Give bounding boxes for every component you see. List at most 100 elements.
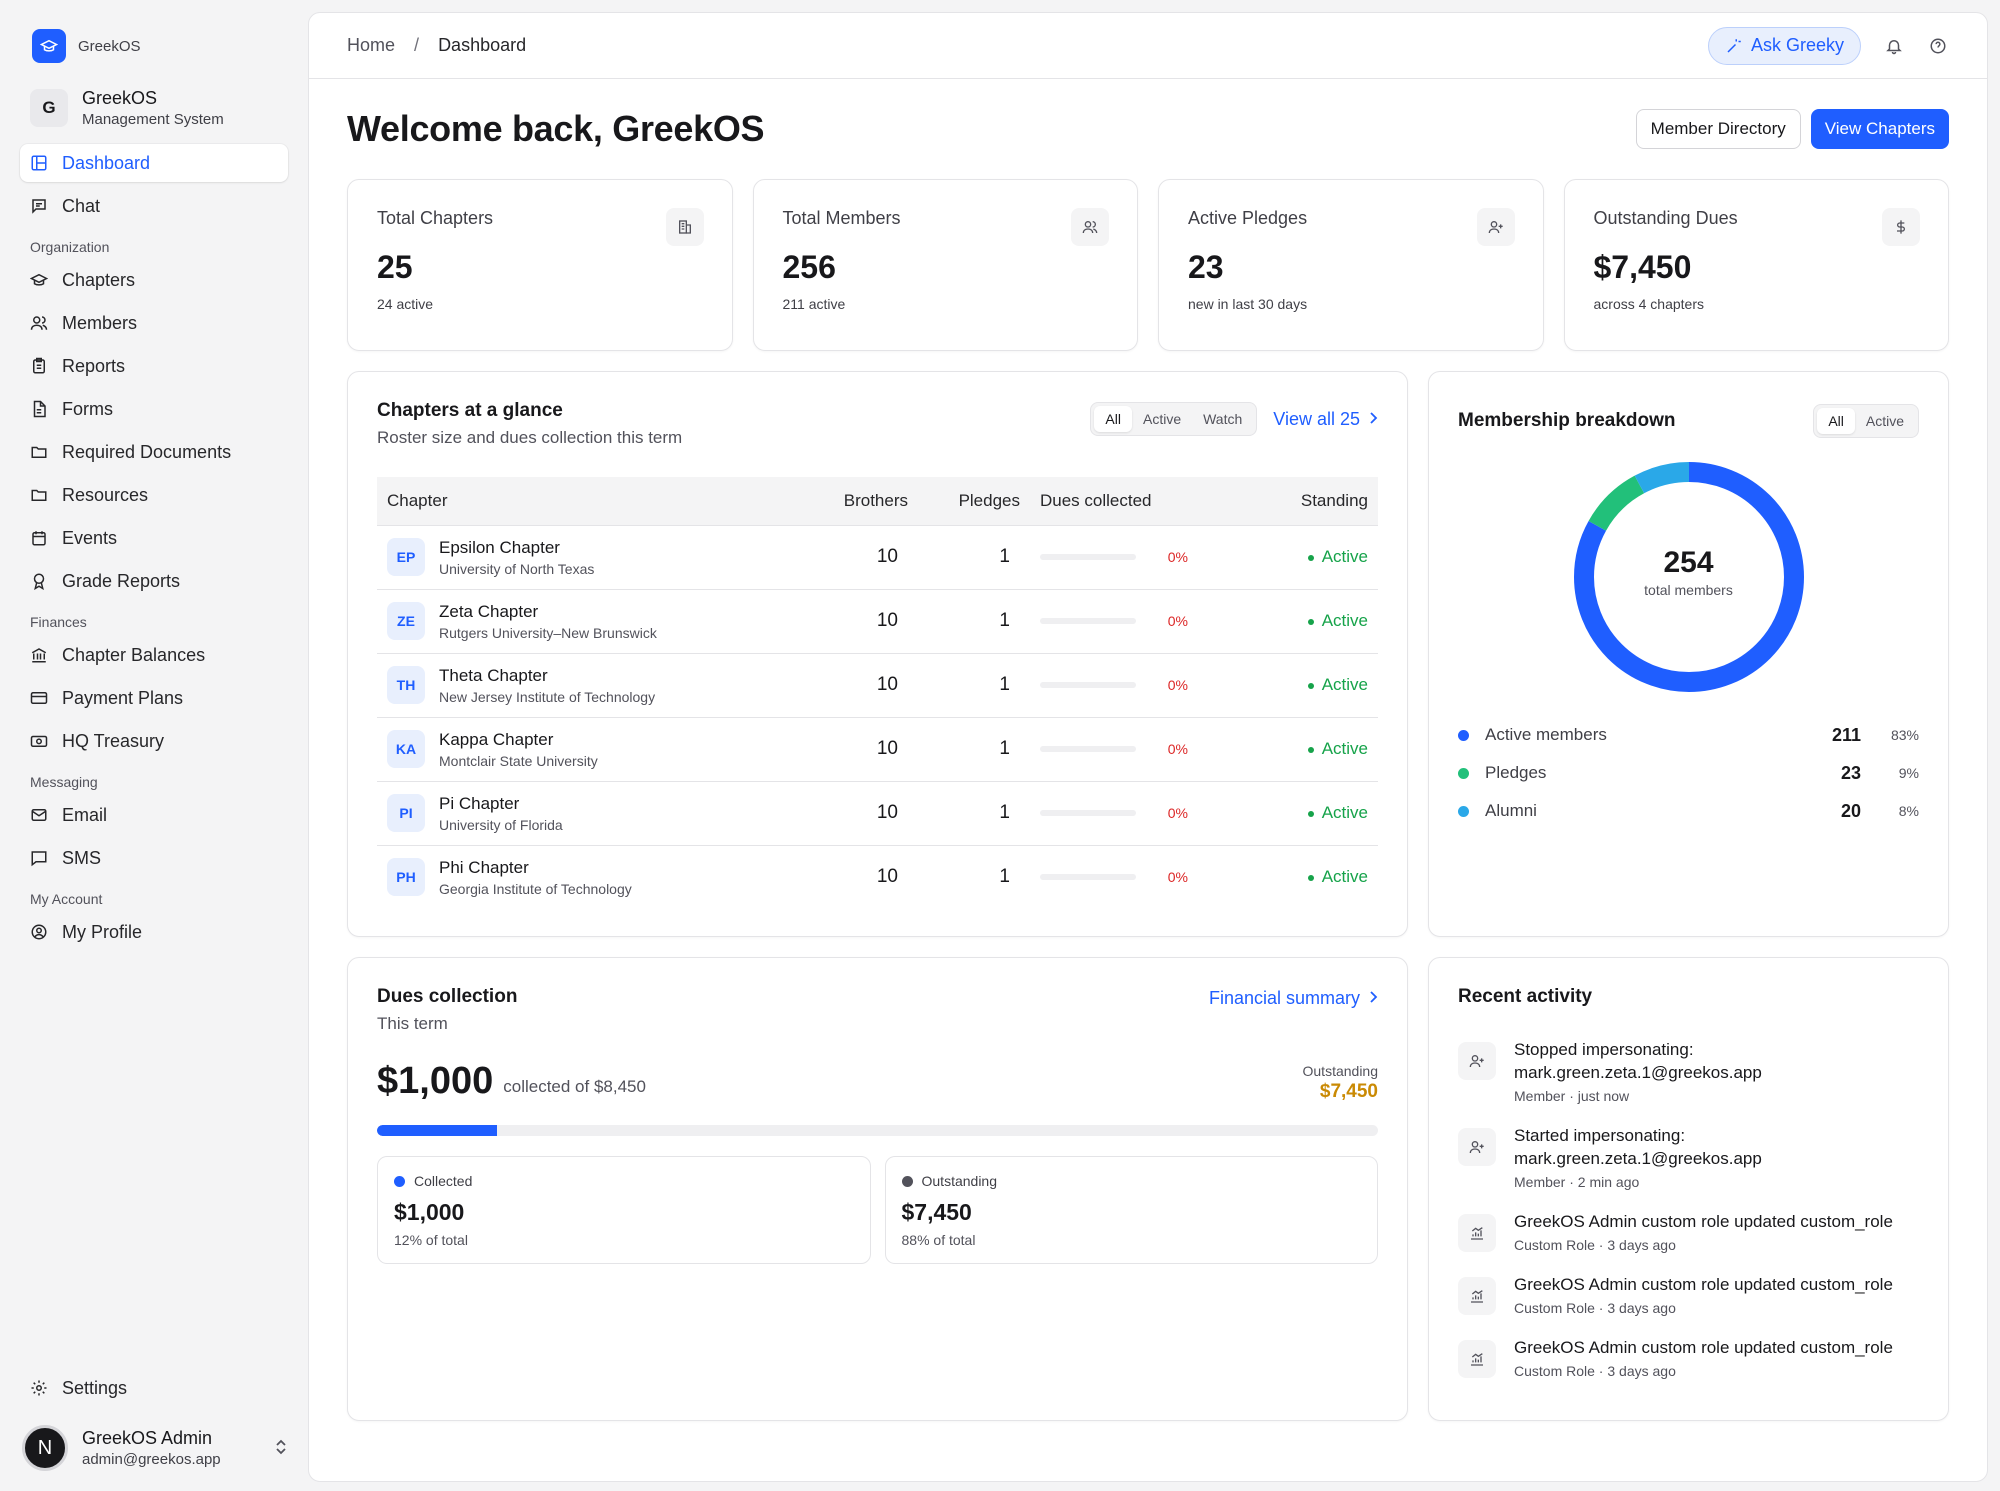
sidebar-item-label: Members <box>62 312 138 333</box>
chapter-cell: PI Pi Chapter University of Florida <box>377 780 818 845</box>
pledges-count: 1 <box>908 652 1020 717</box>
activity-item[interactable]: GreekOS Admin custom role updated custom… <box>1458 1273 1919 1316</box>
table-row[interactable]: ZE Zeta Chapter Rutgers University–New Bru… <box>377 588 1378 653</box>
breadcrumb-home[interactable]: Home <box>347 35 395 55</box>
chapter-cell: TH Theta Chapter New Jersey Institute of T… <box>377 652 818 717</box>
org-switcher[interactable]: G GreekOS Management System <box>20 88 288 128</box>
sidebar-item-dashboard[interactable]: Dashboard <box>20 144 288 182</box>
help-icon[interactable] <box>1927 35 1949 57</box>
sidebar-item-required-documents[interactable]: Required Documents <box>20 433 288 471</box>
chapter-name[interactable]: Phi Chapter <box>439 858 632 878</box>
activity-item[interactable]: Stopped impersonating: mark.green.zeta.1… <box>1458 1038 1919 1104</box>
activity-title: Stopped impersonating: mark.green.zeta.1… <box>1514 1040 1762 1082</box>
user-plus-icon <box>1476 208 1515 246</box>
member-directory-button[interactable]: Member Directory <box>1635 109 1801 149</box>
chapter-school: Georgia Institute of Technology <box>439 880 632 897</box>
chapter-name[interactable]: Theta Chapter <box>439 666 655 686</box>
sidebar-item-settings[interactable]: Settings <box>20 1369 288 1407</box>
topbar: Home / Dashboard Ask Greeky <box>309 13 1987 79</box>
sparkles-icon <box>1727 38 1741 53</box>
legend-item: Alumni 20 8% <box>1458 792 1919 830</box>
user-menu[interactable]: N GreekOS Admin admin@greekos.app <box>20 1425 288 1491</box>
chapter-name[interactable]: Zeta Chapter <box>439 602 657 622</box>
folder-icon <box>31 489 47 501</box>
stat-card-outstanding-dues: Outstanding Dues $7,450 across 4 chapter… <box>1563 179 1949 351</box>
filter-all[interactable]: All <box>1094 406 1132 432</box>
chapters-card-subtitle: Roster size and dues collection this ter… <box>377 428 683 447</box>
chapter-name[interactable]: Pi Chapter <box>439 794 563 814</box>
table-row[interactable]: KA Kappa Chapter Montclair State Universit… <box>377 716 1378 781</box>
sidebar-item-chapters[interactable]: Chapters <box>20 261 288 299</box>
chapter-badge: ZE <box>387 602 425 640</box>
col-brothers[interactable]: Brothers <box>818 477 908 525</box>
org-subtitle: Management System <box>82 111 224 128</box>
chart-icon <box>1458 1277 1496 1315</box>
chapter-name[interactable]: Epsilon Chapter <box>439 538 594 558</box>
legend-pct: 8% <box>1898 803 1919 819</box>
filter-watch[interactable]: Watch <box>1192 406 1253 432</box>
sidebar-nav: Dashboard Chat Organization Chapters Mem… <box>20 144 288 951</box>
filter-all[interactable]: All <box>1817 408 1855 434</box>
sidebar-item-grade-reports[interactable]: Grade Reports <box>20 562 288 600</box>
brand-logo-icon <box>32 29 66 63</box>
brand[interactable]: GreekOS <box>20 26 288 66</box>
stat-label: Active Pledges <box>1188 208 1308 228</box>
col-chapter[interactable]: Chapter <box>377 477 818 525</box>
collected-amount: $1,000 <box>377 1060 494 1102</box>
sidebar-item-members[interactable]: Members <box>20 304 288 342</box>
table-row[interactable]: TH Theta Chapter New Jersey Institute of T… <box>377 652 1378 717</box>
bell-icon[interactable] <box>1883 35 1905 57</box>
sidebar-item-hq-treasury[interactable]: HQ Treasury <box>20 722 288 760</box>
sidebar-item-label: Resources <box>62 484 149 505</box>
sidebar-item-label: Forms <box>62 398 113 419</box>
activity-title: GreekOS Admin custom role updated custom… <box>1514 1212 1893 1231</box>
chapter-name[interactable]: Kappa Chapter <box>439 730 598 750</box>
folder-icon <box>31 446 47 458</box>
outstanding-box: Outstanding $7,450 88% of total <box>884 1156 1378 1264</box>
sidebar-item-resources[interactable]: Resources <box>20 476 288 514</box>
table-row[interactable]: PI Pi Chapter University of Florida 10 1 0% Ac… <box>377 780 1378 845</box>
sidebar-item-reports[interactable]: Reports <box>20 347 288 385</box>
table-row[interactable]: PH Phi Chapter Georgia Institute of Techno… <box>377 844 1378 909</box>
chapters-table: Chapter Brothers Pledges Dues collected … <box>377 477 1378 909</box>
sidebar-item-my-profile[interactable]: My Profile <box>20 913 288 951</box>
sidebar-item-payment-plans[interactable]: Payment Plans <box>20 679 288 717</box>
stats-row: Total Chapters 25 24 active Total Member… <box>347 179 1949 351</box>
sidebar-item-label: Chapter Balances <box>62 644 206 665</box>
sidebar-item-label: Dashboard <box>62 152 151 173</box>
view-all-chapters-link[interactable]: View all 25 <box>1273 409 1378 430</box>
stat-value: 256 <box>782 249 836 285</box>
activity-item[interactable]: GreekOS Admin custom role updated custom… <box>1458 1336 1919 1379</box>
activity-list: Stopped impersonating: mark.green.zeta.1… <box>1458 1038 1919 1379</box>
activity-item[interactable]: Started impersonating: mark.green.zeta.1… <box>1458 1124 1919 1190</box>
sidebar-item-label: Chat <box>62 195 101 216</box>
sidebar-item-events[interactable]: Events <box>20 519 288 557</box>
sidebar-item-email[interactable]: Email <box>20 796 288 834</box>
sidebar-item-chapter-balances[interactable]: Chapter Balances <box>20 636 288 674</box>
legend-dot <box>1458 805 1469 817</box>
filter-active[interactable]: Active <box>1132 406 1192 432</box>
graduation-cap-icon <box>30 273 48 286</box>
ask-greeky-button[interactable]: Ask Greeky <box>1707 26 1861 65</box>
dues-progress-track <box>1040 746 1136 752</box>
sidebar-item-sms[interactable]: SMS <box>20 839 288 877</box>
table-row[interactable]: EP Epsilon Chapter University of North Tex… <box>377 524 1378 589</box>
sidebar-item-chat[interactable]: Chat <box>20 187 288 225</box>
col-standing[interactable]: Standing <box>1188 477 1378 525</box>
col-pledges[interactable]: Pledges <box>908 477 1020 525</box>
filter-active[interactable]: Active <box>1855 408 1915 434</box>
stat-sub: across 4 chapters <box>1593 296 1705 312</box>
dollar-icon <box>1882 208 1920 246</box>
status-dot <box>1307 618 1314 625</box>
stat-card-active-pledges: Active Pledges 23 new in last 30 days <box>1158 179 1544 351</box>
user-plus-icon <box>1458 1128 1496 1166</box>
chart-icon <box>1458 1214 1496 1252</box>
activity-item[interactable]: GreekOS Admin custom role updated custom… <box>1458 1210 1919 1253</box>
status-dot <box>1307 746 1314 753</box>
chapter-cell: KA Kappa Chapter Montclair State Universit… <box>377 716 818 781</box>
sidebar-item-forms[interactable]: Forms <box>20 390 288 428</box>
financial-summary-link[interactable]: Financial summary <box>1209 988 1378 1009</box>
view-chapters-button[interactable]: View Chapters <box>1810 109 1949 149</box>
col-dues-collected[interactable]: Dues collected <box>1020 477 1188 525</box>
standing-cell: Active <box>1188 844 1378 909</box>
